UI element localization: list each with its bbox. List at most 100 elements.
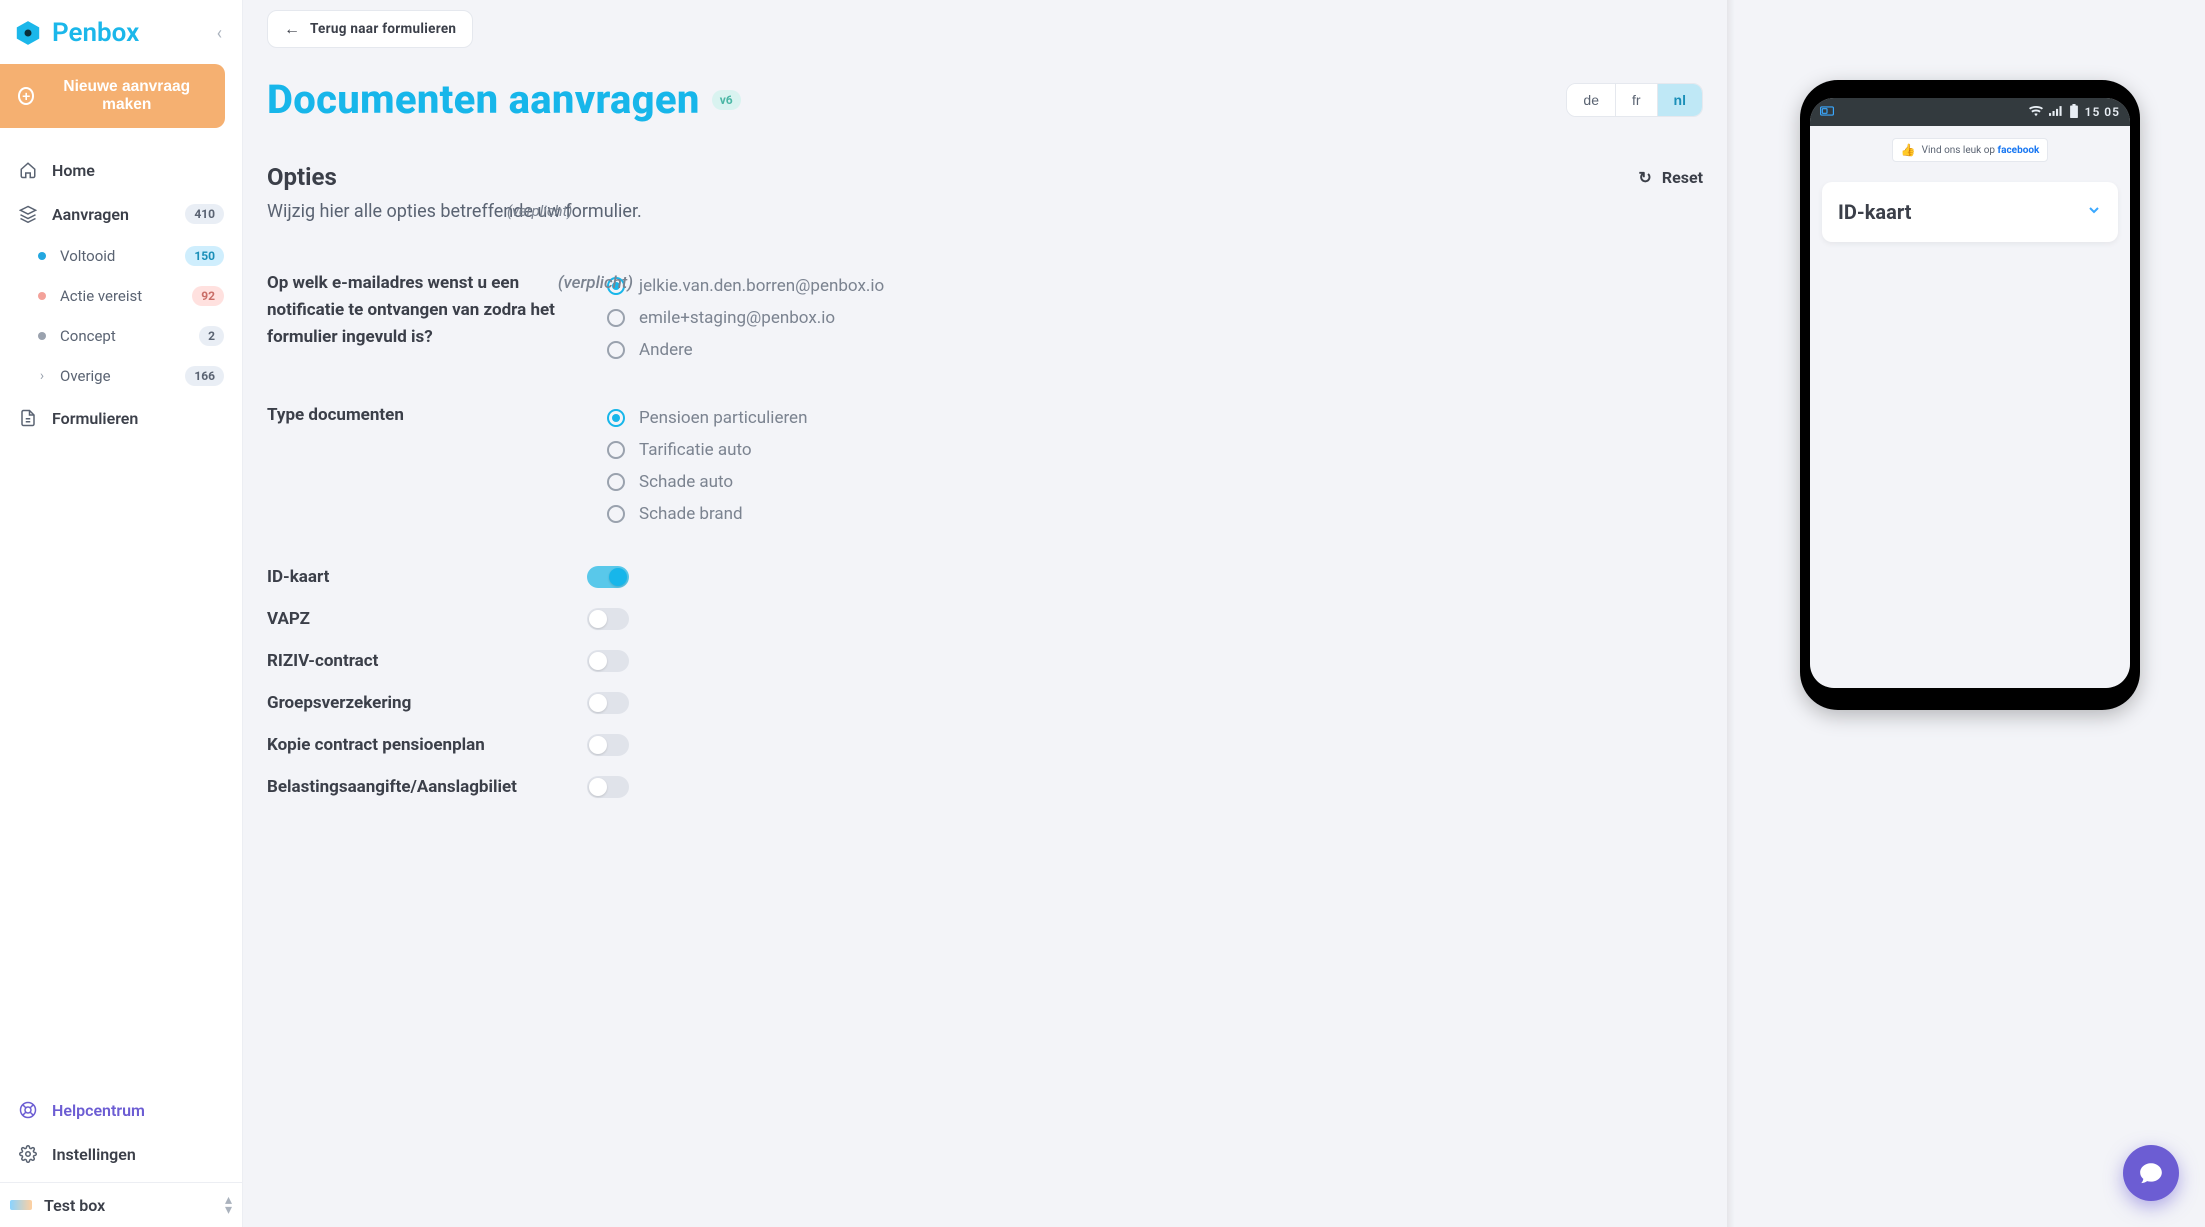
nav-forms-label: Formulieren [52,409,224,428]
radio-icon [607,473,625,491]
sidebar-nav: Home Aanvragen 410 Voltooid 150 Actie ve… [0,140,242,1077]
doctype-option-3[interactable]: Schade brand [607,498,1087,530]
nav-requests-badge: 410 [185,204,224,224]
toggle-label: ID-kaart [267,567,587,587]
new-request-button[interactable]: + Nieuwe aanvraag maken [0,64,225,128]
doctype-option-0[interactable]: Pensioen particulieren [607,402,1087,434]
nav-forms[interactable]: Formulieren [10,396,232,440]
nav-sub-other-label: Overige [60,367,171,385]
wifi-icon [2029,105,2043,120]
back-label: Terug naar formulieren [310,21,456,37]
version-badge: v6 [712,90,741,110]
toggle-switch[interactable] [587,650,629,672]
email-option-0[interactable]: jelkie.van.den.borren@penbox.io [607,270,1087,302]
fb-text: Vind ons leuk op facebook [1922,145,2040,156]
form-block: Op welk e-mailadres wenst u een notifica… [267,270,1087,798]
document-icon [18,408,38,428]
language-switch: de fr nl [1566,83,1703,117]
nav-requests[interactable]: Aanvragen 410 [10,192,232,236]
nav-sub-other[interactable]: › Overige 166 [10,356,232,396]
doctype-option-label: Tarificatie auto [639,440,752,460]
toggle-switch[interactable] [587,776,629,798]
toggle-row-3: Groepsverzekering [267,692,1087,714]
nav-help[interactable]: Helpcentrum [10,1088,232,1132]
dot-icon [38,332,46,340]
toggle-row-0: ID-kaart [267,566,1087,588]
lang-de[interactable]: de [1567,84,1616,116]
title-row: Documenten aanvragen v6 de fr nl [267,76,1703,123]
back-button[interactable]: ← Terug naar formulieren [267,10,473,48]
question-email-options: jelkie.van.den.borren@penbox.io emile+sta… [607,270,1087,366]
nav-settings[interactable]: Instellingen [10,1132,232,1176]
nav-sub-other-badge: 166 [185,366,224,386]
nav-sub-draft[interactable]: Concept 2 [10,316,232,356]
brand-name: Penbox [52,18,139,48]
device-icon [1820,105,1834,119]
radio-icon [607,505,625,523]
nav-help-label: Helpcentrum [52,1101,224,1120]
phone-screen: 15 05 👍 Vind ons leuk op facebook ID-kaa… [1810,98,2130,688]
options-header: Opties ↻ Reset [267,163,1703,191]
lifebuoy-icon [18,1100,38,1120]
nav-requests-label: Aanvragen [52,205,171,224]
battery-icon [2069,104,2079,121]
new-request-label: Nieuwe aanvraag maken [46,78,207,114]
question-email-label: Op welk e-mailadres wenst u een notifica… [267,270,567,366]
nav-sub-action[interactable]: Actie vereist 92 [10,276,232,316]
options-title: Opties [267,163,337,191]
question-doctype: Type documenten Pensioen particulierenTa… [267,402,1087,530]
center-pane: ← Terug naar formulieren Documenten aanv… [243,0,1727,1227]
toggle-switch[interactable] [587,566,629,588]
brand-logo[interactable]: Penbox [14,18,139,48]
toggle-switch[interactable] [587,608,629,630]
toggle-switch[interactable] [587,734,629,756]
question-email-text: Op welk e-mailadres wenst u een notifica… [267,273,555,347]
preview-card-idkaart[interactable]: ID-kaart [1822,182,2118,242]
facebook-like-banner[interactable]: 👍 Vind ons leuk op facebook [1892,138,2049,162]
chat-fab[interactable] [2123,1145,2179,1201]
org-switcher[interactable]: Test box ▴▾ [0,1182,242,1227]
chevron-right-icon: › [38,368,46,384]
radio-icon [607,309,625,327]
lang-fr[interactable]: fr [1616,84,1658,116]
layers-icon [18,204,38,224]
nav-sub-draft-badge: 2 [199,326,224,346]
toggle-switch[interactable] [587,692,629,714]
nav-sub-completed[interactable]: Voltooid 150 [10,236,232,276]
email-option-label: emile+staging@penbox.io [639,308,835,328]
nav-sub-action-badge: 92 [192,286,224,306]
toggle-row-2: RIZIV-contract [267,650,1087,672]
sidebar-collapse-icon[interactable]: ‹ [217,23,222,44]
question-email: Op welk e-mailadres wenst u een notifica… [267,270,1087,366]
radio-icon [607,341,625,359]
sidebar: Penbox ‹ + Nieuwe aanvraag maken Home Aa… [0,0,243,1227]
toggle-row-4: Kopie contract pensioenplan [267,734,1087,756]
preview-pane: 15 05 👍 Vind ons leuk op facebook ID-kaa… [1735,0,2205,1227]
nav-settings-label: Instellingen [52,1145,224,1164]
dot-icon [38,252,46,260]
toggle-label: Kopie contract pensioenplan [267,735,587,755]
up-down-icon: ▴▾ [225,1195,232,1215]
email-option-2[interactable]: Andere [607,334,1087,366]
nav-home-label: Home [52,161,224,180]
doctype-option-2[interactable]: Schade auto [607,466,1087,498]
sidebar-header: Penbox ‹ [0,0,242,64]
lang-nl[interactable]: nl [1658,84,1702,116]
email-option-1[interactable]: emile+staging@penbox.io [607,302,1087,334]
radio-icon [607,409,625,427]
doctype-option-label: Schade brand [639,504,743,524]
arrow-left-icon: ← [284,19,300,39]
toggle-label: Groepsverzekering [267,693,587,713]
toggle-row-5: Belastingsaangifte/Aanslagbiliet [267,776,1087,798]
preview-card-title: ID-kaart [1838,200,2086,224]
toggle-list: ID-kaartVAPZRIZIV-contractGroepsverzeker… [267,566,1087,798]
doctype-option-1[interactable]: Tarificatie auto [607,434,1087,466]
phone-time: 15 05 [2085,105,2120,119]
phone-frame: 15 05 👍 Vind ons leuk op facebook ID-kaa… [1800,80,2140,710]
doctype-option-label: Pensioen particulieren [639,408,807,428]
toggle-label: RIZIV-contract [267,651,587,671]
question-doctype-options: Pensioen particulieren Tarificatie auto Sc… [607,402,1087,530]
required-tag: (verplicht) [558,270,633,297]
nav-home[interactable]: Home [10,148,232,192]
reset-button[interactable]: ↻ Reset [1638,168,1703,187]
